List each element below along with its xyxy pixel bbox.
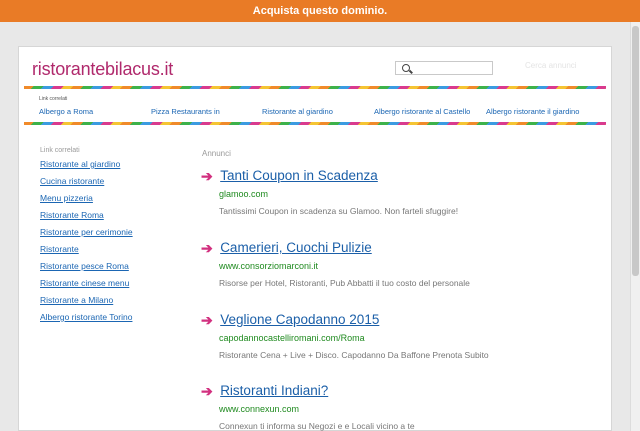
sidebar-item[interactable]: Ristorante cinese menu xyxy=(40,278,190,295)
ad-url[interactable]: www.connexun.com xyxy=(219,404,601,416)
buy-domain-link[interactable]: Acquista questo dominio. xyxy=(253,5,387,17)
header-links: Albergo a Roma Pizza Restaurants in Rist… xyxy=(39,107,609,119)
ad-description: Tantissimi Coupon in scadenza su Glamoo.… xyxy=(219,206,459,216)
ad-title-link[interactable]: Camerieri, Cuochi Pulizie xyxy=(220,240,372,255)
arrow-right-icon: ➔ xyxy=(201,383,213,399)
ad-title-link[interactable]: Ristoranti Indiani? xyxy=(220,383,328,398)
arrow-right-icon: ➔ xyxy=(201,312,213,328)
ad-item: ➔ Ristoranti Indiani? www.connexun.com C… xyxy=(201,383,601,431)
site-name[interactable]: ristorantebilacus.it xyxy=(32,59,173,80)
header-link[interactable]: Albergo a Roma xyxy=(39,107,93,116)
search-box[interactable] xyxy=(395,61,493,75)
buy-domain-banner[interactable]: Acquista questo dominio. xyxy=(0,0,640,22)
ad-description: Ristorante Cena + Live + Disco. Capodann… xyxy=(219,350,489,360)
arrow-right-icon: ➔ xyxy=(201,240,213,256)
header-link[interactable]: Ristorante al giardino xyxy=(262,107,333,116)
sidebar-item[interactable]: Menu pizzeria xyxy=(40,193,190,210)
sidebar-item[interactable]: Cucina ristorante xyxy=(40,176,190,193)
ad-title-link[interactable]: Tanti Coupon in Scadenza xyxy=(220,168,378,183)
vertical-scrollbar[interactable] xyxy=(630,22,640,431)
sidebar-item[interactable]: Ristorante xyxy=(40,244,190,261)
related-links-title: Link correlati xyxy=(39,96,68,102)
search-button[interactable]: Cerca annunci xyxy=(525,61,577,70)
header-link[interactable]: Albergo ristorante al Castello xyxy=(374,107,470,116)
sidebar-item[interactable]: Ristorante pesce Roma xyxy=(40,261,190,278)
sidebar-item[interactable]: Albergo ristorante Torino xyxy=(40,312,190,329)
ad-url[interactable]: www.consorziomarconi.it xyxy=(219,261,601,273)
arrow-right-icon: ➔ xyxy=(201,168,213,184)
ads-label: Annunci xyxy=(202,149,231,158)
sidebar: Link correlati Ristorante al giardino Cu… xyxy=(40,147,190,329)
sidebar-item[interactable]: Ristorante al giardino xyxy=(40,159,190,176)
scrollbar-thumb[interactable] xyxy=(632,26,639,276)
ad-item: ➔ Tanti Coupon in Scadenza glamoo.com Ta… xyxy=(201,168,601,216)
ad-url[interactable]: glamoo.com xyxy=(219,189,601,201)
ad-item: ➔ Camerieri, Cuochi Pulizie www.consorzi… xyxy=(201,240,601,288)
header-link[interactable]: Albergo ristorante il giardino xyxy=(486,107,579,116)
ad-title-link[interactable]: Veglione Capodanno 2015 xyxy=(220,312,379,327)
sidebar-title: Link correlati xyxy=(40,147,80,154)
ad-description: Connexun ti informa su Negozi e e Locali… xyxy=(219,421,415,431)
color-stripe-bottom xyxy=(24,122,606,125)
header-link[interactable]: Pizza Restaurants in xyxy=(151,107,220,116)
sidebar-item[interactable]: Ristorante a Milano xyxy=(40,295,190,312)
header: ristorantebilacus.it Cerca annunci Link … xyxy=(19,47,611,127)
ad-url[interactable]: capodannocastelliromani.com/Roma xyxy=(219,333,601,345)
color-stripe-top xyxy=(24,86,606,89)
ad-item: ➔ Veglione Capodanno 2015 capodannocaste… xyxy=(201,312,601,360)
sidebar-item[interactable]: Ristorante Roma xyxy=(40,210,190,227)
search-input[interactable] xyxy=(410,62,490,74)
ad-description: Risorse per Hotel, Ristoranti, Pub Abbat… xyxy=(219,278,470,288)
sidebar-item[interactable]: Ristorante per cerimonie xyxy=(40,227,190,244)
page-card: ristorantebilacus.it Cerca annunci Link … xyxy=(18,46,612,431)
search-icon xyxy=(402,64,410,72)
